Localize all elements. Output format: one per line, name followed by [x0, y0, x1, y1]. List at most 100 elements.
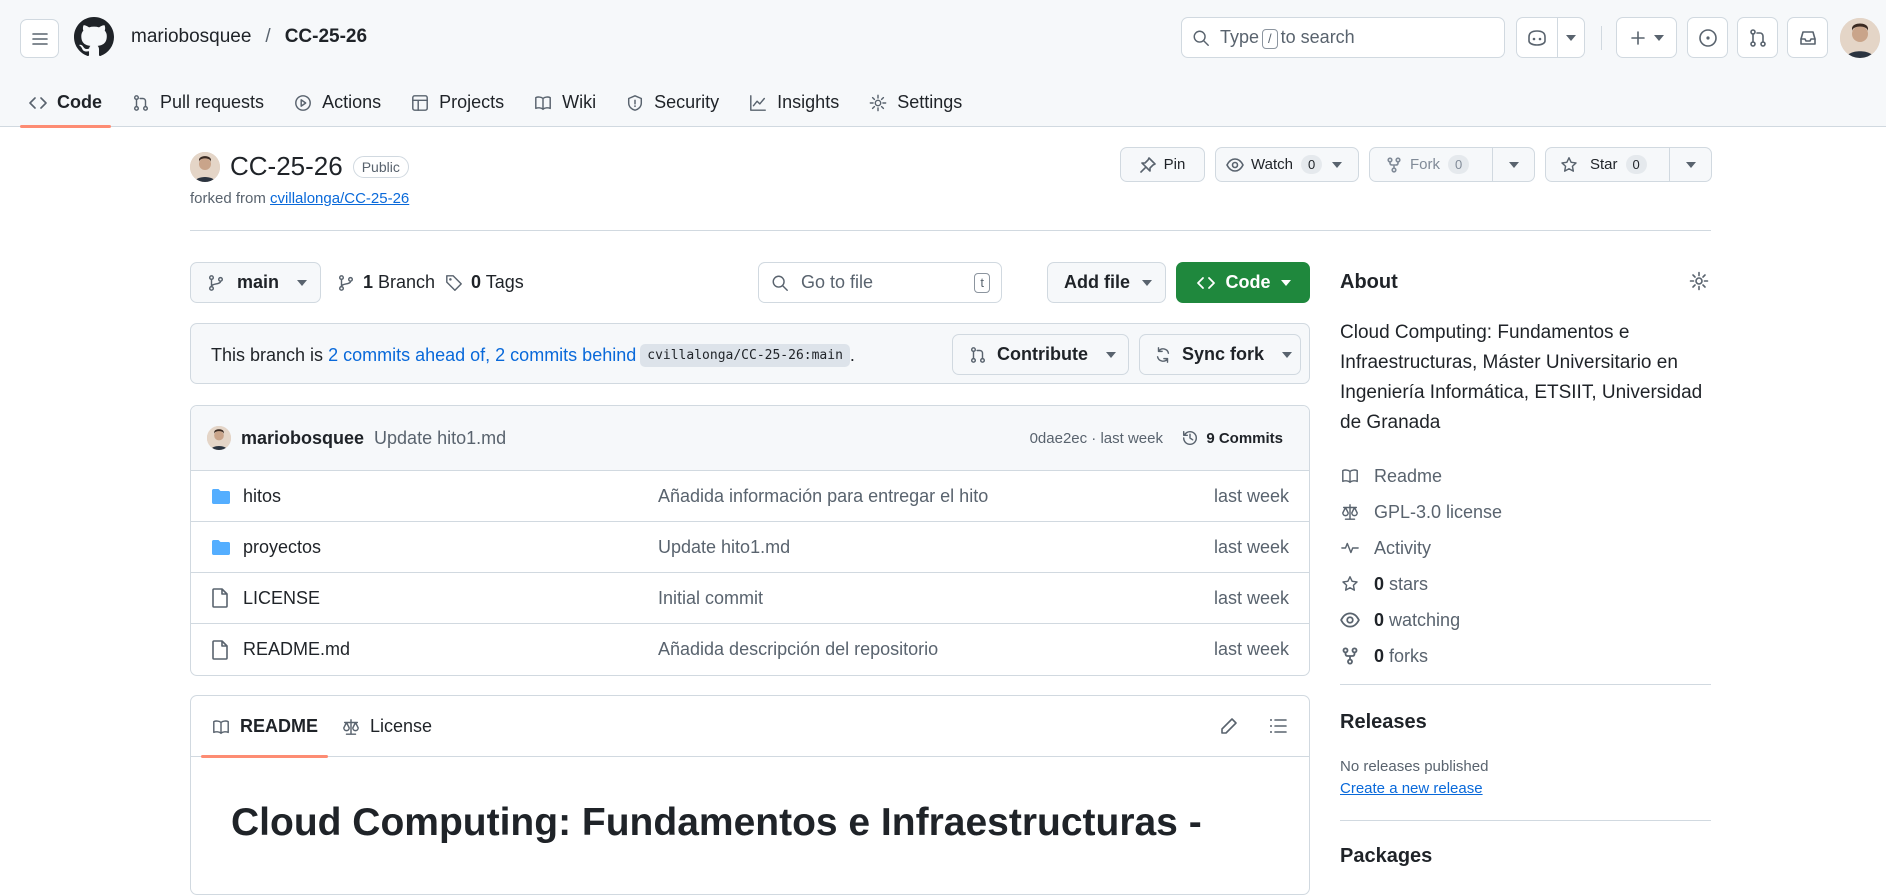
watch-button[interactable]: Watch 0 [1215, 147, 1359, 182]
watching-link[interactable]: 0 watching [1340, 602, 1502, 638]
readme-panel: README License Cloud Computing: Fundamen… [190, 695, 1310, 895]
tab-label: Projects [439, 92, 505, 112]
tab-label: Pull requests [160, 92, 265, 112]
file-name[interactable]: proyectos [243, 537, 321, 558]
tab-security[interactable]: Security [611, 78, 734, 127]
commit-author-avatar[interactable] [207, 426, 231, 450]
tab-insights[interactable]: Insights [734, 78, 854, 127]
license-link[interactable]: GPL-3.0 license [1340, 494, 1502, 530]
contribute-button[interactable]: Contribute [952, 334, 1129, 375]
commit-message[interactable]: Update hito1.md [374, 428, 506, 449]
shield-icon [628, 94, 643, 111]
owner-avatar[interactable] [190, 151, 220, 182]
tab-projects[interactable]: Projects [396, 78, 519, 127]
file-date: last week [1213, 536, 1289, 557]
code-button[interactable]: Code [1176, 262, 1310, 303]
eye-icon [1340, 612, 1360, 628]
repo-link[interactable]: CC-25-26 [285, 26, 367, 48]
issues-button[interactable] [1687, 17, 1728, 58]
fork-button[interactable]: Fork 0 [1369, 147, 1493, 182]
copilot-dropdown-button[interactable] [1557, 17, 1585, 58]
file-name[interactable]: hitos [243, 486, 281, 507]
branches-label: Branch [378, 272, 436, 292]
file-name[interactable]: README.md [243, 639, 350, 660]
pull-requests-button[interactable] [1737, 17, 1778, 58]
file-commit-message[interactable]: Añadida información para entregar el hit… [658, 486, 988, 507]
stars-link[interactable]: 0 stars [1340, 566, 1502, 602]
git-pull-request-icon [133, 94, 149, 111]
book-icon [535, 95, 552, 110]
behind-link[interactable]: 2 commits behind [495, 345, 636, 366]
branch-select[interactable]: main [190, 262, 321, 303]
folder-icon [212, 539, 230, 555]
gear-icon [1689, 271, 1709, 291]
star-count: 0 [1625, 155, 1647, 174]
table-row: proyectos Update hito1.md last week [191, 522, 1309, 573]
git-branch-icon [338, 274, 354, 291]
go-to-file-input[interactable]: Go to file t [758, 262, 1002, 303]
star-button[interactable]: Star 0 [1545, 147, 1670, 182]
triangle-down-icon [297, 279, 308, 286]
file-commit-message[interactable]: Initial commit [658, 588, 763, 609]
forked-from-link[interactable]: cvillalonga/CC-25-26 [270, 190, 409, 207]
commit-meta[interactable]: 0dae2ec · last week [1030, 430, 1163, 447]
table-row: README.md Añadida descripción del reposi… [191, 624, 1309, 675]
file-commit-message[interactable]: Añadida descripción del repositorio [658, 639, 938, 660]
outline-button[interactable] [1268, 716, 1288, 736]
search-icon [1193, 30, 1209, 46]
file-date: last week [1213, 485, 1289, 506]
menu-button[interactable] [20, 19, 59, 58]
file-commit-message[interactable]: Update hito1.md [658, 537, 790, 558]
edit-readme-button[interactable] [1219, 716, 1239, 736]
about-settings-button[interactable] [1689, 271, 1709, 291]
commit-author[interactable]: mariobosquee [241, 428, 364, 449]
readme-link[interactable]: Readme [1340, 458, 1502, 494]
tab-wiki[interactable]: Wiki [519, 78, 611, 127]
branches-link[interactable]: 1 Branch [337, 272, 435, 293]
gear-icon [869, 94, 887, 111]
app-header: mariobosquee / CC-25-26 Type / to search C… [0, 0, 1886, 128]
packages-title[interactable]: Packages [1340, 845, 1432, 868]
tab-actions[interactable]: Actions [279, 78, 396, 127]
issue-opened-icon [1698, 28, 1717, 47]
tab-settings[interactable]: Settings [854, 78, 977, 127]
inbox-button[interactable] [1787, 17, 1828, 58]
github-logo-icon[interactable] [74, 17, 114, 57]
activity-link[interactable]: Activity [1340, 530, 1502, 566]
repo-title[interactable]: CC-25-26 [230, 151, 343, 182]
add-file-button[interactable]: Add file [1047, 262, 1166, 303]
tab-code[interactable]: Code [14, 78, 117, 128]
star-dropdown-button[interactable] [1670, 147, 1712, 182]
watching-label: watching [1389, 609, 1461, 630]
fork-label: Fork [1410, 156, 1440, 173]
sidebar-divider [1340, 684, 1711, 685]
commits-link[interactable]: 9 Commits [1181, 429, 1283, 447]
create-release-link[interactable]: Create a new release [1340, 780, 1483, 797]
forks-link[interactable]: 0 forks [1340, 638, 1502, 674]
file-date: last week [1213, 639, 1289, 659]
watch-count: 0 [1300, 155, 1323, 174]
create-new-button[interactable] [1616, 17, 1677, 58]
file-name[interactable]: LICENSE [243, 588, 320, 609]
pin-icon [1139, 156, 1156, 173]
file-table: mariobosquee Update hito1.md 0dae2ec · l… [190, 405, 1310, 676]
releases-title[interactable]: Releases [1340, 711, 1427, 734]
stars-label: stars [1389, 573, 1429, 594]
user-avatar[interactable] [1840, 18, 1880, 58]
latest-commit-row: mariobosquee Update hito1.md 0dae2ec · l… [191, 406, 1309, 471]
sync-fork-button[interactable]: Sync fork [1139, 334, 1301, 375]
pin-button[interactable]: Pin [1120, 147, 1205, 182]
ahead-link[interactable]: 2 commits ahead of, [328, 345, 490, 366]
owner-link[interactable]: mariobosquee [131, 26, 251, 48]
fork-dropdown-button[interactable] [1493, 147, 1535, 182]
play-icon [295, 94, 311, 111]
copilot-button[interactable] [1516, 17, 1558, 58]
fork-count: 0 [1448, 155, 1470, 174]
search-input[interactable]: Type / to search [1181, 17, 1505, 58]
search-icon [772, 275, 788, 291]
tab-pull-requests[interactable]: Pull requests [117, 78, 279, 127]
pin-button-group: Pin [1120, 147, 1205, 182]
tab-license[interactable]: License [341, 696, 432, 757]
tab-readme[interactable]: README [200, 696, 329, 758]
tags-link[interactable]: 0 Tags [445, 272, 524, 293]
